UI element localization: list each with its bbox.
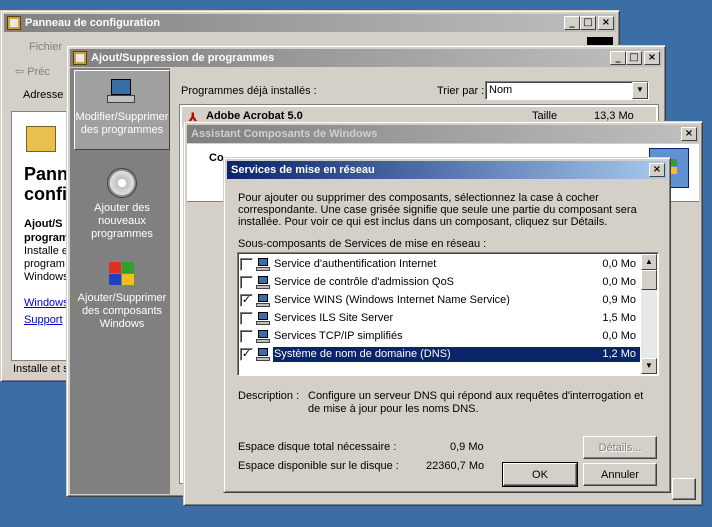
control-panel-line-4: Windows <box>24 271 69 283</box>
network-service-icon <box>256 275 270 289</box>
minimize-button[interactable]: _ <box>564 16 580 30</box>
control-panel-titlebar[interactable]: Panneau de configuration _ □ × <box>4 14 616 32</box>
component-size: 1,5 Mo <box>602 312 636 324</box>
scroll-down-button[interactable]: ▼ <box>641 358 657 374</box>
change-remove-programs-icon <box>107 77 137 107</box>
control-panel-line-2: Installe e <box>24 245 69 257</box>
close-button[interactable]: × <box>649 163 665 177</box>
instructions-text: Pour ajouter ou supprimer des composants… <box>238 192 637 228</box>
wizard-hidden-button[interactable] <box>672 478 696 500</box>
address-label: Adresse <box>23 89 64 101</box>
maximize-button[interactable]: □ <box>580 16 596 30</box>
add-new-programs-icon <box>107 168 137 198</box>
description-label: Description : <box>238 390 300 402</box>
add-remove-icon <box>73 51 87 65</box>
component-name: Services TCP/IP simplifiés <box>274 330 403 342</box>
network-services-dialog: Services de mise en réseau × Pour ajoute… <box>223 157 671 493</box>
list-scrollbar[interactable]: ▲ ▼ <box>641 254 657 374</box>
network-service-icon <box>256 293 270 307</box>
maximize-button[interactable]: □ <box>626 51 642 65</box>
list-item[interactable]: Services ILS Site Server 1,5 Mo <box>240 309 640 327</box>
sidebar-item-label: Modifier/Supprimer des programmes <box>75 111 169 136</box>
add-remove-title: Ajout/Suppression de programmes <box>91 52 275 64</box>
support-link[interactable]: Support <box>24 314 63 326</box>
installed-programs-label: Programmes déjà installés : <box>181 85 317 97</box>
close-button[interactable]: × <box>598 16 614 30</box>
network-services-titlebar[interactable]: Services de mise en réseau × <box>227 161 667 179</box>
control-panel-icon <box>7 16 21 30</box>
windows-link[interactable]: Windows <box>24 297 69 309</box>
ok-button[interactable]: OK <box>502 462 578 487</box>
scroll-thumb[interactable] <box>641 270 657 290</box>
cancel-button[interactable]: Annuler <box>583 463 657 486</box>
control-panel-left-pane: Pann confi Ajout/S program Installe e pr… <box>11 111 71 361</box>
network-service-icon <box>256 311 270 325</box>
component-name: Service WINS (Windows Internet Name Serv… <box>274 294 510 306</box>
add-remove-sidebar: Modifier/Supprimer des programmes Ajoute… <box>70 68 170 494</box>
component-name: Service d'authentification Internet <box>274 258 437 270</box>
sidebar-item-label: Ajouter des nouveaux programmes <box>91 202 153 240</box>
network-service-icon <box>256 347 270 361</box>
sort-by-value: Nom <box>489 84 513 96</box>
control-panel-line-3: program <box>24 258 65 270</box>
disk-required-label: Espace disque total nécessaire : <box>238 441 397 453</box>
control-panel-folder-icon <box>26 126 56 152</box>
disk-required-value: 0,9 Mo <box>450 441 484 453</box>
sidebar-item-change-remove[interactable]: Modifier/Supprimer des programmes <box>74 70 170 150</box>
component-size: 1,2 Mo <box>602 348 636 360</box>
control-panel-subheading: Ajout/S <box>24 218 63 230</box>
component-name: Système de nom de domaine (DNS) <box>274 348 451 360</box>
sidebar-item-label: Ajouter/Supprimer des composants Windows <box>77 292 167 330</box>
components-wizard-titlebar[interactable]: Assistant Composants de Windows × <box>187 125 699 143</box>
component-size: 0,0 Mo <box>602 276 636 288</box>
component-name: Services ILS Site Server <box>274 312 394 324</box>
details-button[interactable]: Détails... <box>583 436 657 459</box>
sidebar-item-windows-components[interactable]: Ajouter/Supprimer des composants Windows <box>74 256 170 331</box>
add-remove-titlebar[interactable]: Ajout/Suppression de programmes _ □ × <box>70 49 662 67</box>
list-item[interactable]: ✓ Service WINS (Windows Internet Name Ser… <box>240 291 640 309</box>
network-services-title: Services de mise en réseau <box>231 164 375 176</box>
checkbox-checked[interactable]: ✓ <box>240 293 253 307</box>
back-arrow-icon: ⇦ <box>15 66 25 78</box>
component-size: 0,9 Mo <box>602 294 636 306</box>
checkbox[interactable] <box>240 311 253 325</box>
checkbox[interactable] <box>240 275 253 289</box>
description-text: Configure un serveur DNS qui répond aux … <box>308 390 644 415</box>
control-panel-status: Installe et s <box>13 363 69 375</box>
subcomponents-list[interactable]: Service d'authentification Internet 0,0 M… <box>237 252 659 376</box>
list-item[interactable]: Services TCP/IP simplifiés 0,0 Mo <box>240 327 640 345</box>
chevron-down-icon[interactable]: ▼ <box>632 82 648 99</box>
minimize-button[interactable]: _ <box>610 51 626 65</box>
network-service-icon <box>256 329 270 343</box>
component-name: Service de contrôle d'admission QoS <box>274 276 455 288</box>
disk-available-value: 22360,7 Mo <box>426 460 485 472</box>
sort-by-select[interactable]: Nom ▼ <box>485 81 649 100</box>
network-service-icon <box>256 257 270 271</box>
windows-components-icon <box>107 260 137 288</box>
components-wizard-title: Assistant Composants de Windows <box>191 128 378 140</box>
component-size: 0,0 Mo <box>602 258 636 270</box>
sidebar-item-add-new[interactable]: Ajouter des nouveaux programmes <box>74 164 170 241</box>
control-panel-heading: Pann confi <box>24 164 69 204</box>
back-label: Préc <box>27 66 50 78</box>
disk-available-label: Espace disponible sur le disque : <box>238 460 399 472</box>
control-panel-line-1: program <box>24 232 69 244</box>
list-item[interactable]: ✓ Système de nom de domaine (DNS) 1,2 Mo <box>240 345 640 363</box>
close-button[interactable]: × <box>644 51 660 65</box>
wizard-heading: Co <box>209 152 224 164</box>
close-button[interactable]: × <box>681 127 697 141</box>
back-button[interactable]: ⇦ Préc <box>15 65 50 78</box>
checkbox[interactable] <box>240 257 253 271</box>
checkbox[interactable] <box>240 329 253 343</box>
menu-file[interactable]: Fichier <box>29 41 62 53</box>
checkbox-checked[interactable]: ✓ <box>240 347 253 361</box>
subcomponents-label: Sous-composants de Services de mise en r… <box>238 238 487 250</box>
control-panel-title: Panneau de configuration <box>25 17 161 29</box>
component-size: 0,0 Mo <box>602 330 636 342</box>
sort-by-label: Trier par : <box>437 85 485 97</box>
list-item[interactable]: Service de contrôle d'admission QoS 0,0 M… <box>240 273 640 291</box>
list-item[interactable]: Service d'authentification Internet 0,0 M… <box>240 255 640 273</box>
scroll-up-button[interactable]: ▲ <box>641 254 657 270</box>
